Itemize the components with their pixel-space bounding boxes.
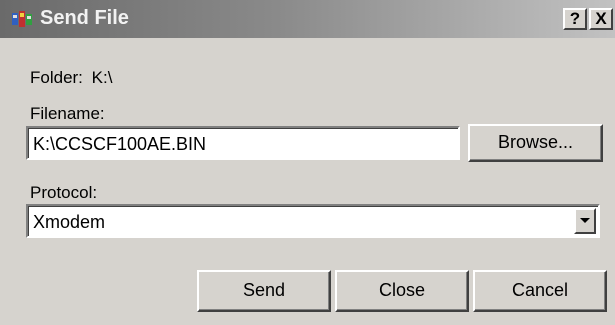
protocol-selected-value: Xmodem [33,212,106,232]
browse-button[interactable]: Browse... [468,124,603,162]
protocol-dropdown[interactable]: Xmodem [26,204,600,238]
help-button[interactable]: ? [563,8,587,30]
close-button[interactable]: Close [335,270,469,312]
help-icon: ? [569,9,581,28]
window-title: Send File [40,7,129,29]
filename-label: Filename: [30,104,105,123]
filename-value: K:\CCSCF100AE.BIN [33,134,207,154]
close-window-button[interactable]: X [589,8,613,30]
title-bar[interactable]: Send File ? X [0,0,615,38]
cancel-button[interactable]: Cancel [473,270,607,312]
folder-label: Folder: K:\ [30,68,113,87]
send-file-dialog: Send File ? X Folder: K:\ Filename: K:\C… [0,0,615,325]
protocol-label: Protocol: [30,183,98,202]
app-icon [12,11,32,27]
send-button[interactable]: Send [197,270,331,312]
folder-value: K:\ [91,68,113,87]
dropdown-arrow-button[interactable] [574,208,596,234]
chevron-down-icon [580,218,590,223]
filename-input[interactable]: K:\CCSCF100AE.BIN [26,126,460,160]
close-icon: X [595,9,607,28]
